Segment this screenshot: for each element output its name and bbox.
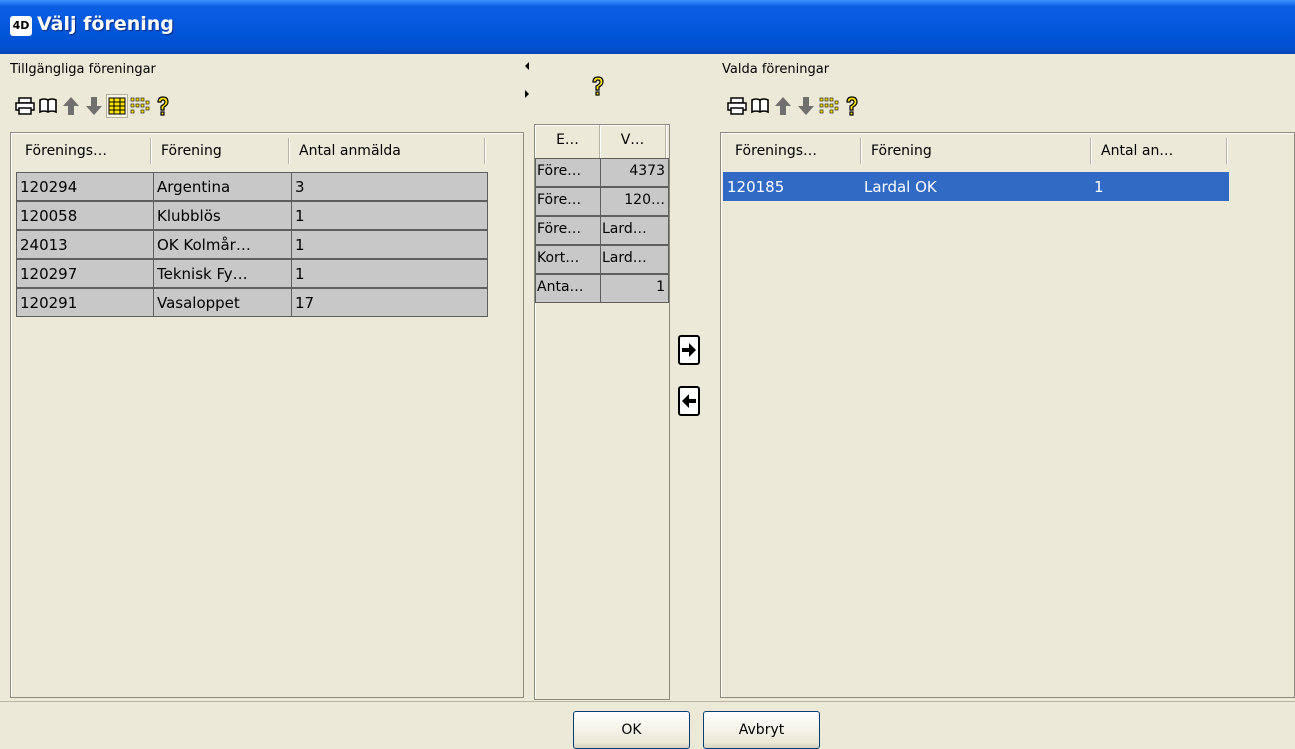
table-row[interactable]: 120058 Klubblös 1 [16,201,488,231]
help-icon[interactable] [587,74,609,98]
cell-registered: 1 [291,201,488,230]
cell-field: Kort… [535,245,601,274]
cell-club: Teknisk Fy… [153,259,292,288]
window-title: Välj förening [37,13,174,35]
cell-registered: 17 [291,288,488,317]
book-icon[interactable] [749,94,771,118]
table-row[interactable]: 120291 Vasaloppet 17 [16,288,488,318]
table-body: 120294 Argentina 3 120058 Klubblös 1 240… [16,172,488,318]
title-bar[interactable]: 4D Välj förening [0,0,1295,54]
column-header-club[interactable]: Förening [861,138,1091,164]
cell-club-number: 24013 [16,230,154,259]
available-clubs-label: Tillgängliga föreningar [10,62,156,77]
column-header-club-number[interactable]: Förenings… [15,138,151,164]
cell-registered: 1 [1090,172,1229,201]
button-bar: OK Avbryt [0,701,1295,749]
selected-clubs-panel: Valda föreningar Förenings… Förening Ant… [720,54,1295,700]
cell-registered: 1 [291,230,488,259]
table-row[interactable]: 120185 Lardal OK 1 [723,172,1229,202]
available-clubs-panel: Tillgängliga föreningar Förenings… Fören… [0,54,528,700]
dialog-window: 4D Välj förening Tillgängliga föreningar [0,0,1295,749]
table-row[interactable]: Kort… Lard… [535,245,669,275]
column-header-registered[interactable]: Antal anmälda [289,138,485,164]
detail-grid: E… V… Före… 4373 Före… 120… Före… Lard… … [535,125,669,304]
detail-table: E… V… Före… 4373 Före… 120… Före… Lard… … [534,124,670,700]
table-header: Förenings… Förening Antal an… [725,138,1227,164]
sort-icon[interactable] [818,94,840,118]
left-toolbar [14,92,175,120]
cancel-button[interactable]: Avbryt [703,711,820,749]
column-header-club[interactable]: Förening [151,138,289,164]
column-header-registered[interactable]: Antal an… [1091,138,1227,164]
cell-value: Lard… [600,216,669,245]
arrow-up-icon[interactable] [772,94,794,118]
arrow-down-icon[interactable] [83,94,105,118]
arrow-left-icon [682,394,696,408]
available-clubs-table: Förenings… Förening Antal anmälda 120294… [10,132,524,698]
arrow-down-icon[interactable] [795,94,817,118]
table-row[interactable]: 120294 Argentina 3 [16,172,488,202]
cell-field: Före… [535,187,601,216]
table-header: E… V… [536,125,669,159]
column-header-club-number[interactable]: Förenings… [725,138,861,164]
table-body: 120185 Lardal OK 1 [723,172,1229,202]
selected-clubs-table: Förenings… Förening Antal an… 120185 Lar… [720,132,1295,698]
printer-icon[interactable] [14,94,36,118]
table-row[interactable]: Före… Lard… [535,216,669,246]
column-header-value[interactable]: V… [600,125,666,159]
cell-field: Före… [535,158,601,187]
printer-icon[interactable] [726,94,748,118]
table-row[interactable]: Före… 4373 [535,158,669,188]
cell-club: Argentina [153,172,292,201]
cell-club-number: 120058 [16,201,154,230]
cell-club-number: 120297 [16,259,154,288]
help-icon[interactable] [841,94,863,118]
remove-selected-button[interactable] [678,386,700,416]
cell-registered: 1 [291,259,488,288]
cell-value: Lard… [600,245,669,274]
book-icon[interactable] [37,94,59,118]
table-row[interactable]: Före… 120… [535,187,669,217]
arrow-up-icon[interactable] [60,94,82,118]
cell-club: Klubblös [153,201,292,230]
ok-button[interactable]: OK [573,711,690,749]
cell-club: OK Kolmår… [153,230,292,259]
cell-registered: 3 [291,172,488,201]
cell-value: 1 [600,274,669,303]
cell-field: Före… [535,216,601,245]
cell-club: Lardal OK [860,172,1091,201]
cell-field: Anta… [535,274,601,303]
table-row[interactable]: Anta… 1 [535,274,669,304]
add-selected-button[interactable] [678,335,700,365]
table-row[interactable]: 120297 Teknisk Fy… 1 [16,259,488,289]
sort-icon[interactable] [129,94,151,118]
selected-clubs-label: Valda föreningar [722,62,830,77]
detail-panel: E… V… Före… 4373 Före… 120… Före… Lard… … [530,54,674,700]
cell-club-number: 120294 [16,172,154,201]
right-toolbar [726,92,864,120]
column-header-field[interactable]: E… [536,125,600,159]
help-icon[interactable] [152,94,174,118]
cell-value: 120… [600,187,669,216]
cell-value: 4373 [600,158,669,187]
cell-club: Vasaloppet [153,288,292,317]
arrow-right-icon [682,343,696,357]
transfer-panel [674,54,720,700]
cell-club-number: 120185 [723,172,861,201]
cell-club-number: 120291 [16,288,154,317]
app-icon: 4D [10,16,32,36]
grid-icon[interactable] [106,94,128,118]
table-row[interactable]: 24013 OK Kolmår… 1 [16,230,488,260]
table-header: Förenings… Förening Antal anmälda [15,138,485,164]
